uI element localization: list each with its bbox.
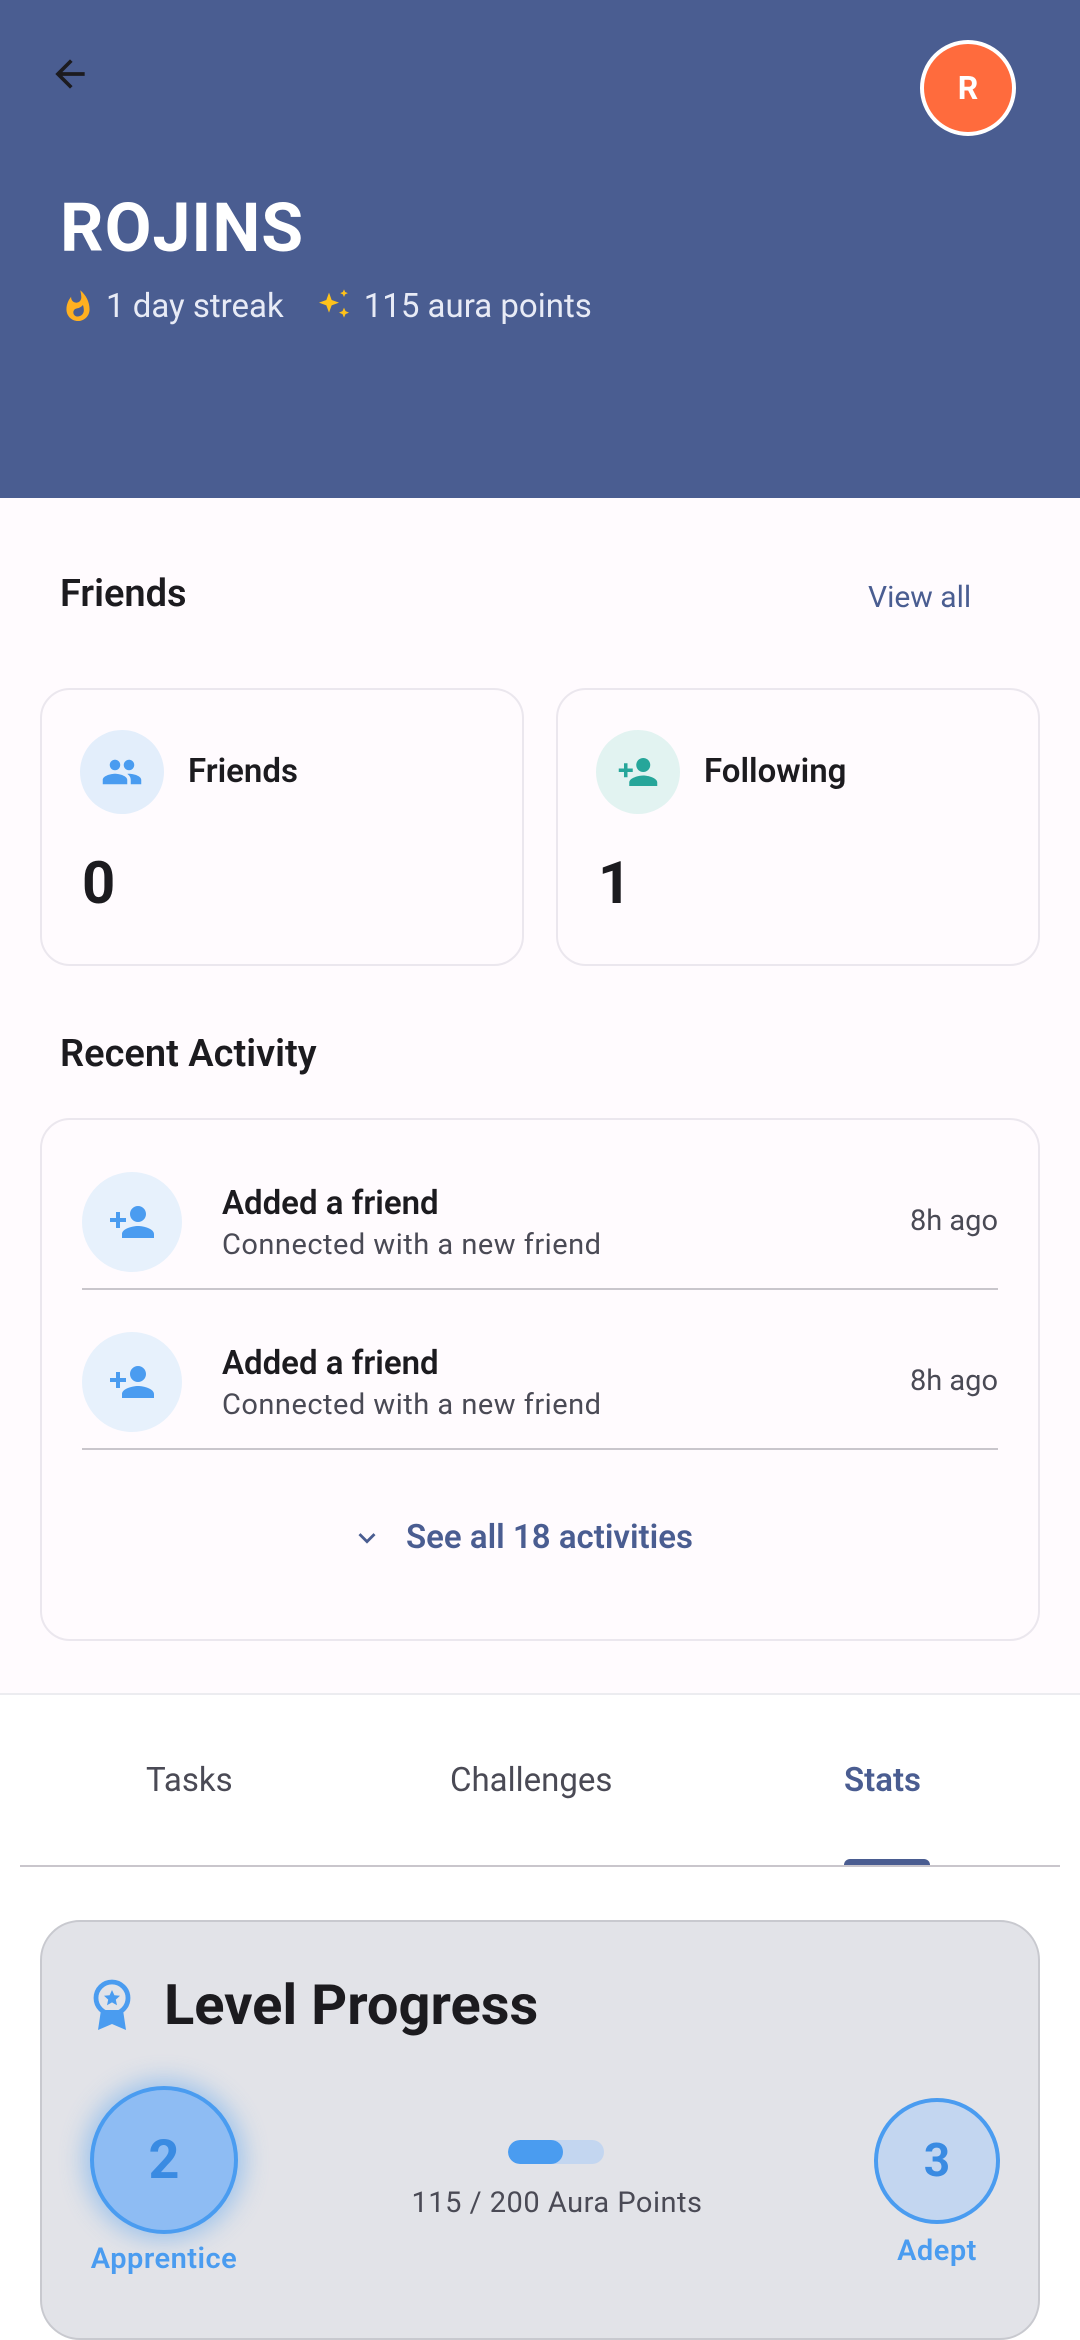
friends-card-label: Friends <box>188 752 298 791</box>
profile-name: ROJINS <box>60 188 305 268</box>
sparkle-icon <box>318 289 349 318</box>
activity-subtitle: Connected with a new friend <box>222 1388 602 1422</box>
activity-subtitle: Connected with a new friend <box>222 1228 602 1262</box>
chevron-down-icon <box>358 1532 376 1544</box>
activity-time: 8h ago <box>909 1364 998 1398</box>
friends-section-title: Friends <box>60 572 187 616</box>
activity-time: 8h ago <box>909 1204 998 1238</box>
person-add-icon <box>110 1366 154 1398</box>
flame-icon <box>66 290 90 321</box>
level-progress-fill <box>508 2140 564 2164</box>
streak-text: 1 day streak <box>106 286 284 326</box>
current-level-badge: 2 <box>90 2086 238 2234</box>
level-progress-title: Level Progress <box>164 1972 539 2038</box>
friends-count: 0 <box>82 850 116 918</box>
streak-stat: 1 day streak <box>60 287 284 326</box>
current-level-label: Apprentice <box>90 2242 238 2276</box>
following-count-card[interactable]: Following 1 <box>556 688 1040 966</box>
see-all-activities-button[interactable]: See all 18 activities <box>350 1518 693 1557</box>
following-count: 1 <box>598 850 632 918</box>
person-add-icon-circle <box>82 1332 182 1432</box>
profile-stats: 1 day streak 115 aura points <box>60 286 622 326</box>
see-all-label: See all 18 activities <box>406 1518 693 1557</box>
activity-title: Added a friend <box>222 1184 439 1223</box>
person-add-icon-circle <box>82 1172 182 1272</box>
recent-activity-title: Recent Activity <box>60 1032 317 1076</box>
aura-stat: 115 aura points <box>314 286 592 326</box>
arrow-back-icon <box>55 59 85 89</box>
level-progress-bar <box>508 2140 604 2164</box>
divider <box>82 1288 998 1290</box>
back-button[interactable] <box>38 42 102 106</box>
view-all-link[interactable]: View all <box>868 580 971 615</box>
next-level-badge: 3 <box>874 2098 1000 2224</box>
person-add-icon-circle <box>596 730 680 814</box>
person-add-icon <box>110 1206 154 1238</box>
friends-count-card[interactable]: Friends 0 <box>40 688 524 966</box>
level-progress-text: 115 / 200 Aura Points <box>411 2186 703 2220</box>
person-add-icon <box>618 758 658 786</box>
tabs-underline <box>20 1865 1060 1867</box>
list-item[interactable]: Added a friend Connected with a new frie… <box>82 1292 998 1450</box>
aura-text: 115 aura points <box>363 286 592 326</box>
people-icon <box>102 759 142 785</box>
people-icon-circle <box>80 730 164 814</box>
activity-title: Added a friend <box>222 1344 439 1383</box>
following-card-label: Following <box>704 752 847 791</box>
tab-tasks[interactable]: Tasks <box>146 1761 233 1800</box>
tab-stats[interactable]: Stats <box>844 1761 921 1800</box>
badge-icon <box>88 1978 136 2038</box>
tab-challenges[interactable]: Challenges <box>450 1761 612 1800</box>
level-progress-card: Level Progress 2 Apprentice 115 / 200 Au… <box>40 1920 1040 2340</box>
list-item[interactable]: Added a friend Connected with a new frie… <box>82 1132 998 1290</box>
divider <box>82 1448 998 1450</box>
tab-bar: Tasks Challenges Stats <box>20 1695 1060 1867</box>
next-level-label: Adept <box>897 2234 977 2268</box>
avatar[interactable]: R <box>920 40 1016 136</box>
profile-header: R ROJINS 1 day streak 115 aura points <box>0 0 1080 498</box>
